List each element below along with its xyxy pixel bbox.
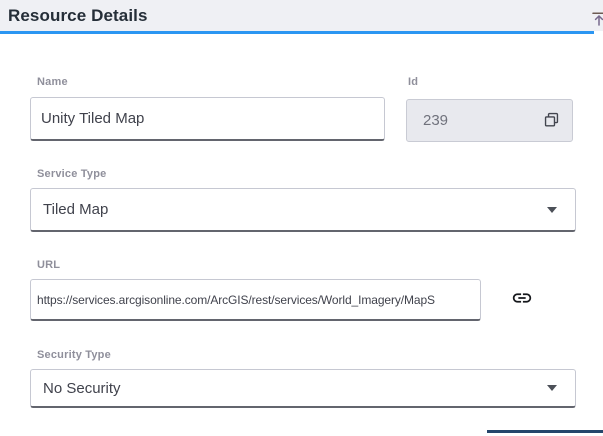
page-title: Resource Details (8, 6, 148, 25)
url-label: URL (37, 259, 61, 271)
security-type-label: Security Type (37, 349, 111, 361)
caret-down-icon (547, 385, 557, 391)
panel-header: Resource Details (0, 0, 603, 31)
link-icon[interactable] (511, 287, 533, 309)
id-field: 239 (406, 99, 573, 142)
header-accent-divider (0, 31, 594, 34)
id-label: Id (408, 76, 419, 88)
service-type-label: Service Type (37, 168, 107, 180)
url-input[interactable] (30, 279, 481, 321)
copy-icon[interactable] (543, 112, 560, 129)
security-type-value: No Security (43, 379, 121, 397)
next-section-accent-divider (487, 430, 603, 433)
id-value: 239 (423, 112, 449, 129)
resource-details-panel: Resource Details Name Id 239 Service Typ… (0, 0, 603, 436)
scroll-to-top-icon[interactable] (591, 11, 603, 27)
service-type-value: Tiled Map (43, 201, 109, 218)
caret-down-icon (547, 206, 557, 213)
name-label: Name (37, 76, 68, 88)
service-type-select[interactable]: Tiled Map (30, 188, 576, 232)
security-type-select[interactable]: No Security (30, 369, 576, 408)
name-input[interactable] (30, 97, 385, 141)
